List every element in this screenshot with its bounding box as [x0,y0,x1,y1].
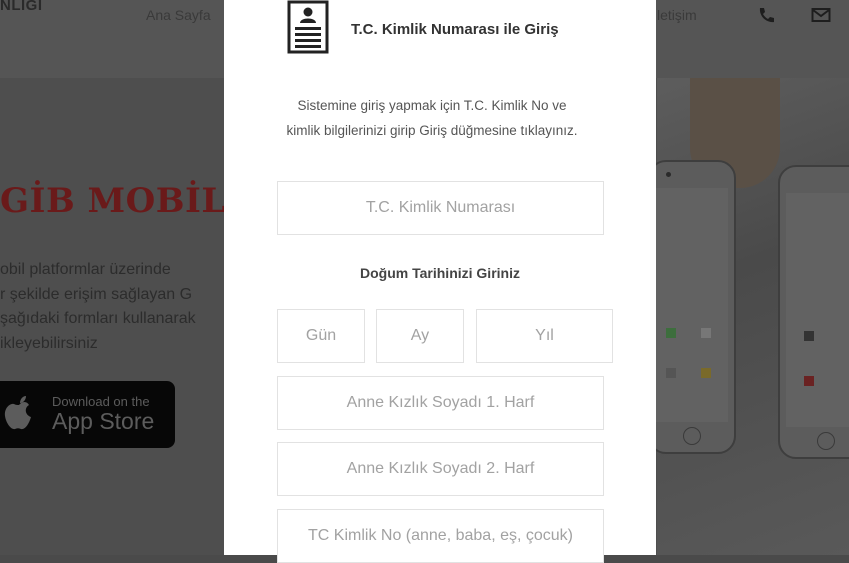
dob-label: Doğum Tarihinizi Giriniz [360,265,520,281]
phone-mockup-left [648,160,736,454]
app-store-big-text: App Store [52,408,155,434]
nav-link-home[interactable]: Ana Sayfa [146,7,211,23]
phone-screen [656,188,728,422]
site-logo-text: NLIGI [0,0,43,14]
login-modal: T.C. Kimlik Numarası ile Giriş Sistemine… [224,0,656,563]
apple-logo-icon [4,396,31,430]
nav-link-contact[interactable]: letişim [657,7,697,23]
app-store-small-text: Download on the [52,394,150,409]
phone-camera-icon [666,172,671,177]
hero-line: obil platformlar üzerinde [0,261,171,278]
app-tile-icon [701,368,711,378]
hero-line: şağıdaki formları kullanarak [0,310,196,327]
dob-month-input[interactable] [376,309,464,363]
phone-screen [786,193,849,427]
app-tile-icon [804,376,814,386]
app-tile-icon [804,331,814,341]
dob-year-input[interactable] [476,309,613,363]
mother-maiden-first-letter-input[interactable] [277,376,604,430]
tc-kimlik-input[interactable] [277,181,604,235]
mail-icon[interactable] [811,6,831,24]
phone-home-button [817,432,835,450]
hero-line: ikleyebilirsiniz [0,334,98,352]
hero-line: r şekilde erişim sağlayan G [0,285,193,303]
hero-description: obil platformlar üzerinde r şekilde eriş… [0,258,230,356]
mother-maiden-second-letter-input[interactable] [277,442,604,496]
phone-icon[interactable] [756,6,776,24]
phone-mockup-right [778,165,849,459]
phone-home-button [683,427,701,445]
app-store-badge[interactable]: Download on the App Store [0,381,175,448]
dob-day-input[interactable] [277,309,365,363]
modal-title: T.C. Kimlik Numarası ile Giriş [351,21,559,38]
modal-description: Sistemine giriş yapmak için T.C. Kimlik … [286,98,578,138]
app-tile-icon [666,328,676,338]
id-card-icon [287,0,329,54]
app-tile-icon [666,368,676,378]
app-tile-icon [701,328,711,338]
